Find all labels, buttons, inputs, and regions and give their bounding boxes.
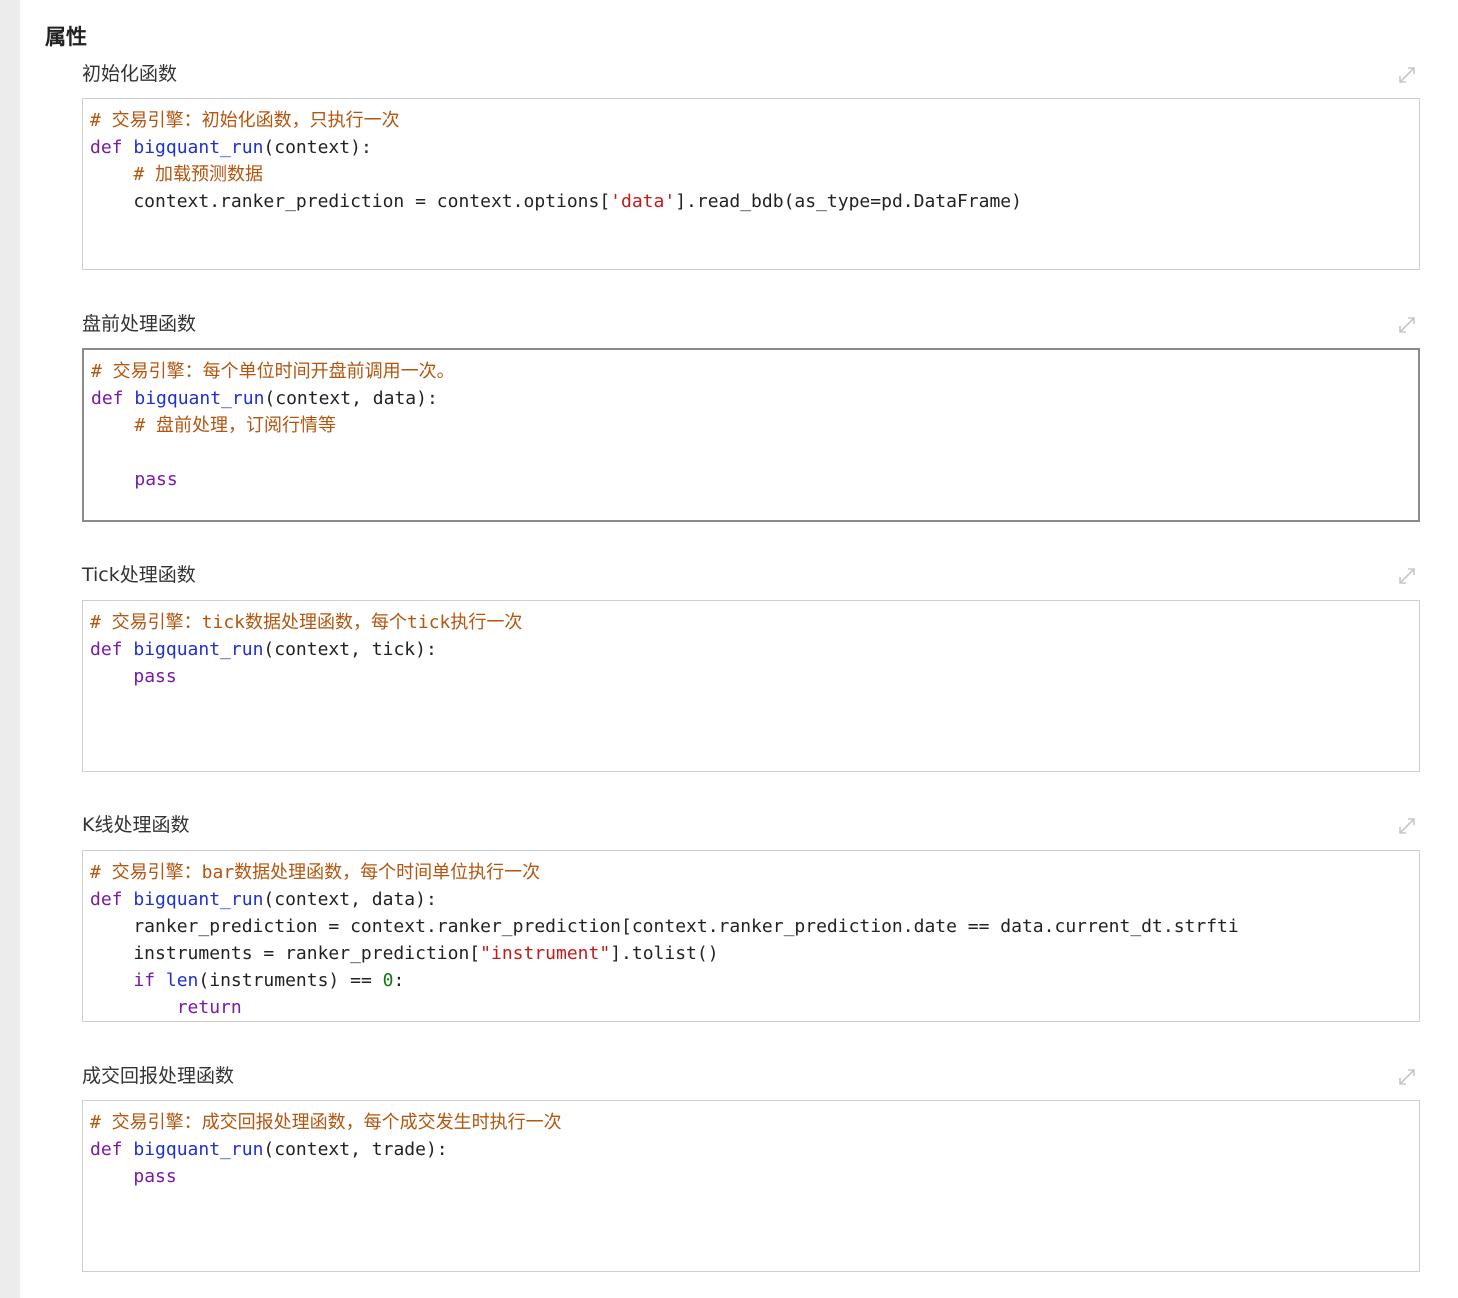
code-token: pass	[134, 469, 178, 490]
property-label-trade: 成交回报处理函数	[82, 1065, 235, 1087]
code-line: context.ranker_prediction = context.opti…	[90, 188, 1022, 215]
code-token: (context, data):	[264, 388, 438, 409]
expand-icon[interactable]	[1396, 1066, 1418, 1088]
code-token: (context, trade):	[263, 1139, 448, 1160]
expand-icon[interactable]	[1396, 565, 1418, 587]
code-line: def bigquant_run(context, trade):	[90, 1136, 562, 1163]
code-token: # 加载预测数据	[133, 164, 264, 185]
code-token: # 交易引擎：tick数据处理函数，每个tick执行一次	[90, 612, 523, 633]
code-editor-trade[interactable]: # 交易引擎：成交回报处理函数，每个成交发生时执行一次 def bigquant_…	[82, 1100, 1420, 1272]
code-token: bigquant_run	[133, 889, 264, 910]
code-token: ].tolist()	[610, 943, 719, 964]
expand-icon[interactable]	[1396, 314, 1418, 336]
code-token: (context, data):	[263, 889, 437, 910]
code-token: bigquant_run	[133, 1139, 264, 1160]
code-token: (context, tick):	[263, 639, 437, 660]
code-token: "instrument"	[480, 943, 611, 964]
code-token: len	[165, 970, 199, 991]
expand-icon[interactable]	[1396, 815, 1418, 837]
code-token: # 盘前处理，订阅行情等	[134, 415, 337, 436]
code-line: pass	[90, 663, 522, 690]
code-token: instruments = ranker_prediction[	[90, 943, 481, 964]
property-label-before-trading: 盘前处理函数	[82, 313, 197, 335]
code-line: # 交易引擎：初始化函数，只执行一次	[90, 107, 1022, 134]
code-line: # 加载预测数据	[90, 161, 1022, 188]
code-token: bigquant_run	[134, 388, 265, 409]
expand-icon[interactable]	[1396, 64, 1418, 86]
code-token: ranker_prediction = context.ranker_predi…	[90, 916, 1239, 937]
code-content: # 交易引擎：成交回报处理函数，每个成交发生时执行一次 def bigquant_…	[90, 1109, 562, 1190]
code-token: 'data'	[610, 191, 676, 212]
code-editor-bar[interactable]: # 交易引擎：bar数据处理函数，每个时间单位执行一次 def bigquant_…	[82, 850, 1420, 1022]
code-line: # 交易引擎：bar数据处理函数，每个时间单位执行一次	[90, 859, 1239, 886]
code-line: # 交易引擎：每个单位时间开盘前调用一次。	[91, 358, 455, 385]
code-token: def	[90, 639, 134, 660]
code-token: (context):	[263, 137, 372, 158]
code-line: def bigquant_run(context, tick):	[90, 636, 522, 663]
code-token: # 交易引擎：每个单位时间开盘前调用一次。	[91, 361, 455, 382]
code-content: # 交易引擎：tick数据处理函数，每个tick执行一次 def bigquant…	[90, 609, 522, 690]
property-label-bar: K线处理函数	[82, 814, 190, 836]
property-label-init: 初始化函数	[82, 63, 178, 85]
code-editor-before-trading[interactable]: # 交易引擎：每个单位时间开盘前调用一次。 def bigquant_run(co…	[82, 348, 1420, 522]
code-editor-tick[interactable]: # 交易引擎：tick数据处理函数，每个tick执行一次 def bigquant…	[82, 600, 1420, 772]
property-label-tick: Tick处理函数	[82, 564, 196, 586]
code-token: pass	[133, 1166, 177, 1187]
code-token: bigquant_run	[133, 137, 264, 158]
code-line: # 盘前处理，订阅行情等	[91, 412, 455, 439]
code-token: (instruments) ==	[198, 970, 383, 991]
section-title: 属性	[45, 25, 87, 49]
code-line: ranker_prediction = context.ranker_predi…	[90, 913, 1239, 940]
code-token: def	[90, 889, 134, 910]
code-token: # 交易引擎：成交回报处理函数，每个成交发生时执行一次	[90, 1112, 562, 1133]
code-line: instruments = ranker_prediction["instrum…	[90, 940, 1239, 967]
code-editor-init[interactable]: # 交易引擎：初始化函数，只执行一次 def bigquant_run(conte…	[82, 98, 1420, 270]
code-token: ].read_bdb(as_type=pd.DataFrame)	[675, 191, 1022, 212]
code-line: def bigquant_run(context):	[90, 134, 1022, 161]
code-line: def bigquant_run(context, data):	[90, 886, 1239, 913]
code-line: if len(instruments) == 0:	[90, 967, 1239, 994]
code-line: return	[90, 994, 1239, 1021]
code-token: # 交易引擎：bar数据处理函数，每个时间单位执行一次	[90, 862, 541, 883]
code-token: if	[133, 970, 166, 991]
code-token: 0	[382, 970, 394, 991]
code-token: bigquant_run	[133, 639, 264, 660]
code-line: # 交易引擎：成交回报处理函数，每个成交发生时执行一次	[90, 1109, 562, 1136]
code-token: def	[90, 1139, 134, 1160]
code-token: pass	[133, 666, 177, 687]
code-content: # 交易引擎：每个单位时间开盘前调用一次。 def bigquant_run(co…	[91, 358, 455, 493]
code-line: def bigquant_run(context, data):	[91, 385, 455, 412]
code-line: pass	[90, 1163, 562, 1190]
left-rail	[0, 0, 20, 1298]
code-content: # 交易引擎：bar数据处理函数，每个时间单位执行一次 def bigquant_…	[90, 859, 1239, 1021]
code-token: context.ranker_prediction = context.opti…	[90, 191, 611, 212]
code-token: def	[90, 137, 134, 158]
code-line: # 交易引擎：tick数据处理函数，每个tick执行一次	[90, 609, 522, 636]
code-token: # 交易引擎：初始化函数，只执行一次	[90, 110, 400, 131]
code-content: # 交易引擎：初始化函数，只执行一次 def bigquant_run(conte…	[90, 107, 1022, 215]
code-token: :	[393, 970, 405, 991]
code-token: return	[176, 997, 242, 1018]
code-token: def	[91, 388, 135, 409]
code-line: pass	[91, 466, 455, 493]
